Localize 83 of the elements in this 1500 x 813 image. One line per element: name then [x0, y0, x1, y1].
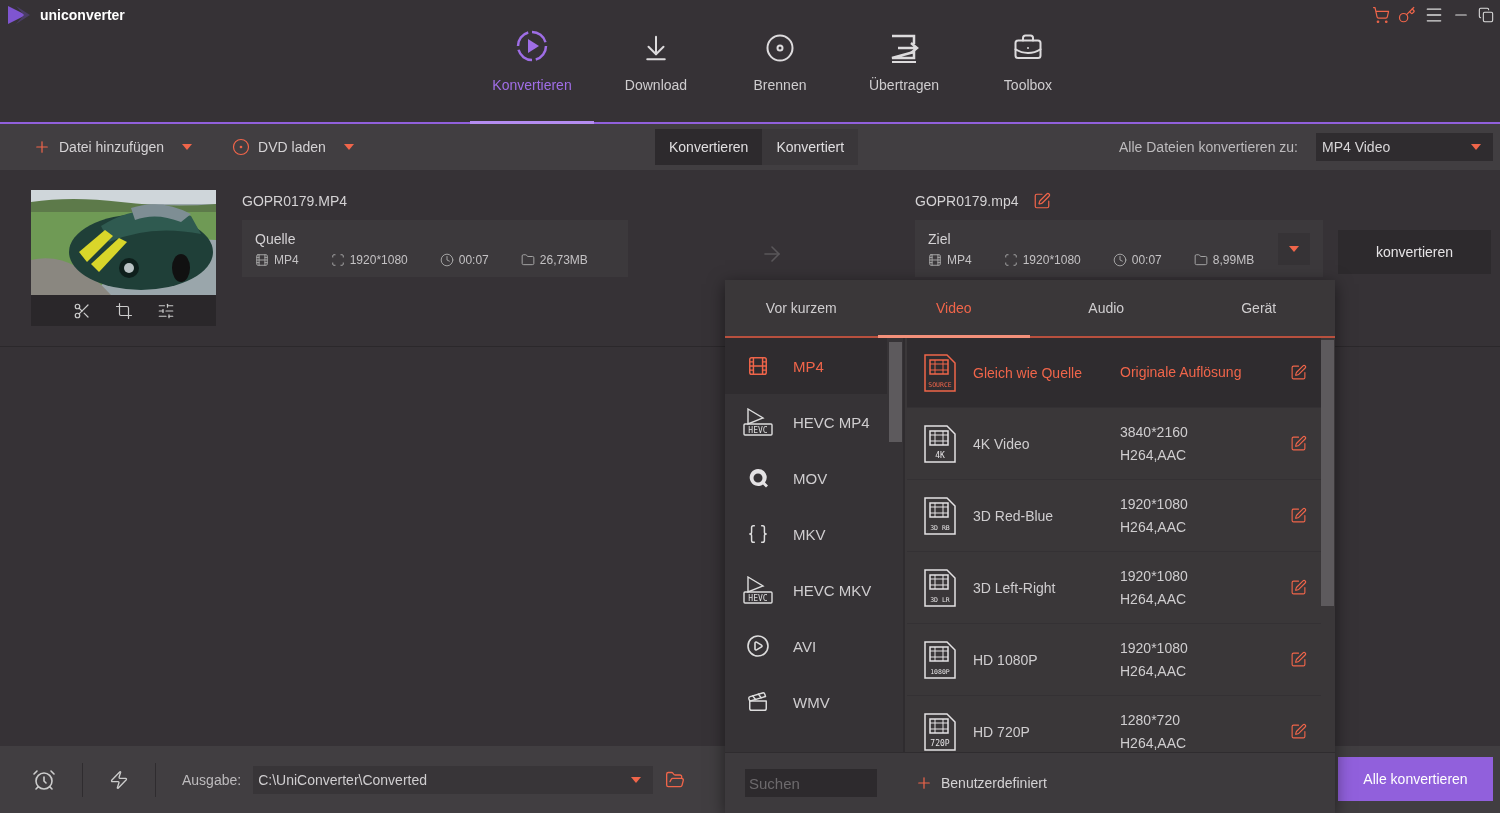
format-tab[interactable]: Audio	[1030, 280, 1183, 338]
format-meta: MP4	[928, 252, 972, 267]
caret-icon	[343, 144, 354, 150]
alarm-clock-icon[interactable]	[32, 767, 56, 792]
edit-icon[interactable]	[1290, 579, 1307, 596]
convert-button[interactable]: konvertieren	[1338, 230, 1491, 274]
plus-icon	[33, 138, 51, 156]
load-dvd-button[interactable]: DVD laden	[232, 138, 354, 156]
play-circle-icon	[746, 634, 770, 658]
search-field[interactable]: Suchen	[745, 769, 877, 797]
view-tab[interactable]: Konvertieren	[655, 129, 763, 165]
format-select[interactable]: MP4 Video	[1316, 133, 1493, 161]
scissors-icon[interactable]	[72, 301, 91, 320]
edit-icon[interactable]	[1290, 651, 1307, 668]
film-icon	[255, 252, 269, 267]
nav-tab[interactable]: Übertragen	[842, 29, 966, 124]
format-item[interactable]: MKV	[725, 506, 887, 562]
format-meta: MP4	[255, 252, 299, 267]
restore-icon[interactable]	[1478, 6, 1494, 23]
convert-all-button[interactable]: Alle konvertieren	[1338, 757, 1493, 801]
size-meta: 8,99MB	[1193, 252, 1255, 267]
plus-icon	[915, 774, 933, 792]
size-meta: 26,73MB	[520, 252, 588, 267]
edit-icon[interactable]	[1290, 364, 1307, 381]
format-item[interactable]: HEVC HEVC MP4	[725, 394, 887, 450]
format-tab[interactable]: Gerät	[1182, 280, 1335, 338]
format-tab[interactable]: Vor kurzem	[725, 280, 878, 338]
format-item[interactable]: MP4	[725, 338, 887, 394]
file-format-icon: 720P	[923, 712, 957, 751]
resolution-meta: 1920*1080	[1003, 252, 1081, 267]
custom-button[interactable]: Benutzerdefiniert	[915, 774, 1047, 792]
duration-meta: 00:07	[439, 252, 489, 267]
edit-icon[interactable]	[1032, 192, 1051, 210]
scrollbar[interactable]	[1321, 340, 1334, 606]
duration-meta: 00:07	[1112, 252, 1162, 267]
format-item[interactable]: AVI	[725, 618, 887, 674]
caret-icon	[631, 776, 642, 783]
output-label: Ausgabe:	[182, 771, 242, 788]
format-item[interactable]: WMV	[725, 674, 887, 730]
film-icon	[747, 355, 769, 377]
key-icon[interactable]	[1398, 5, 1416, 24]
preset-row[interactable]: 4K 4K Video 3840*2160 H264,AAC	[907, 408, 1321, 480]
add-file-button[interactable]: Datei hinzufügen	[33, 138, 193, 156]
resolution-icon	[330, 252, 345, 267]
clock-icon	[439, 252, 454, 267]
braces-icon	[747, 523, 769, 545]
folder-icon	[1193, 252, 1208, 267]
format-item[interactable]: MOV	[725, 450, 887, 506]
target-file-name: GOPR0179.mp4	[915, 193, 1019, 209]
convert-all-label: Alle Dateien konvertieren zu:	[1119, 139, 1298, 155]
crop-icon[interactable]	[114, 301, 133, 320]
edit-icon[interactable]	[1290, 723, 1307, 740]
card-title: Ziel	[928, 230, 952, 247]
nav-tab[interactable]: Brennen	[718, 29, 842, 124]
dropdown-button[interactable]	[1278, 232, 1310, 265]
sliders-icon[interactable]	[156, 301, 175, 320]
card-title: Quelle	[255, 230, 297, 247]
edit-icon[interactable]	[1290, 435, 1307, 452]
resolution-icon	[1003, 252, 1018, 267]
folder-icon	[520, 252, 535, 267]
nav-tab[interactable]: Toolbox	[966, 29, 1090, 124]
nav-tab[interactable]: Download	[594, 29, 718, 124]
clapperboard-icon	[747, 691, 769, 713]
film-icon	[928, 252, 942, 267]
scrollbar[interactable]	[889, 342, 902, 442]
logo-icon	[8, 5, 30, 24]
caret-icon	[182, 144, 193, 150]
source-file-name: GOPR0179.MP4	[242, 193, 348, 209]
cart-icon[interactable]	[1372, 5, 1390, 24]
disc-icon	[765, 33, 795, 63]
clock-icon	[1112, 252, 1127, 267]
app-title: uniconverter	[40, 6, 125, 23]
disc-icon	[232, 138, 251, 156]
edit-icon[interactable]	[1290, 507, 1307, 524]
convert-icon	[515, 29, 549, 63]
file-format-icon: 4K	[923, 424, 957, 463]
resolution-meta: 1920*1080	[330, 252, 408, 267]
folder-open-icon[interactable]	[665, 769, 686, 790]
lightning-icon[interactable]	[109, 769, 129, 790]
format-item[interactable]: HEVC HEVC MKV	[725, 562, 887, 618]
output-path-field[interactable]: C:\UniConverter\Converted	[253, 765, 654, 794]
caret-icon	[1289, 245, 1299, 252]
caret-icon	[1471, 144, 1481, 150]
